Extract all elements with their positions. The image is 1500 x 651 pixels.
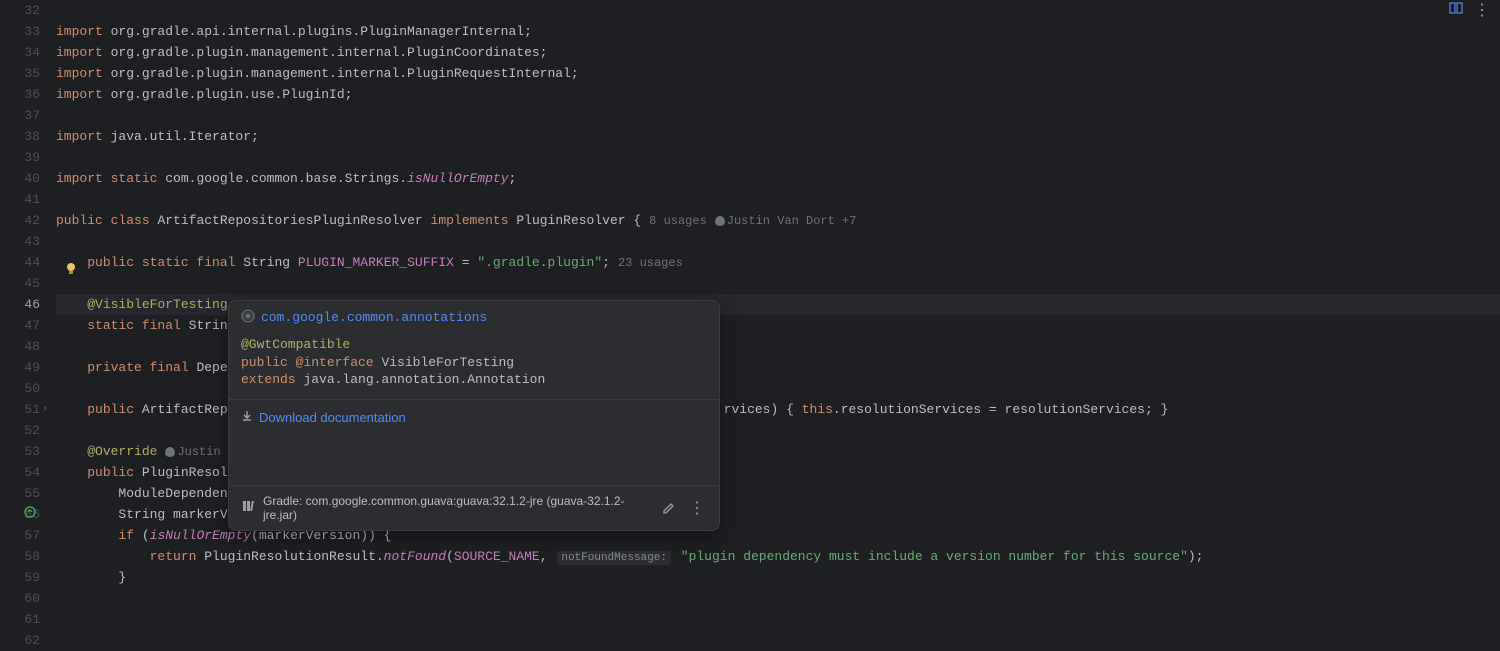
library-icon [241, 499, 255, 516]
code-line [56, 273, 1500, 294]
line-number: 58 [0, 546, 40, 567]
line-number: 34 [0, 42, 40, 63]
line-number: 44 [0, 252, 40, 273]
line-number: 42 [0, 210, 40, 231]
popup-download-row: Download documentation [229, 400, 719, 435]
line-number: 45 [0, 273, 40, 294]
line-number: 47 [0, 315, 40, 336]
line-number: 56 [0, 504, 40, 525]
line-number: 35 [0, 63, 40, 84]
line-number: 32 [0, 0, 40, 21]
download-documentation-link[interactable]: Download documentation [259, 410, 406, 425]
intention-bulb-icon[interactable] [64, 262, 78, 276]
code-line: import org.gradle.api.internal.plugins.P… [56, 21, 1500, 42]
line-number: 54 [0, 462, 40, 483]
line-number: 46 [0, 294, 40, 315]
author-icon [715, 216, 725, 226]
line-number: 43 [0, 231, 40, 252]
package-link[interactable]: com.google.common.annotations [261, 310, 487, 325]
code-line [56, 0, 1500, 21]
code-editor[interactable]: 32 33 34 35 36 37 38 39 40 41 42 43 44 4… [0, 0, 1500, 600]
author-hint[interactable]: Justin Van Dort +7 [715, 214, 857, 228]
package-icon [241, 309, 255, 326]
quick-doc-popup[interactable]: com.google.common.annotations @GwtCompat… [228, 300, 720, 531]
author-hint[interactable]: Justin V [165, 445, 235, 459]
code-line: import static com.google.common.base.Str… [56, 168, 1500, 189]
line-gutter: 32 33 34 35 36 37 38 39 40 41 42 43 44 4… [0, 0, 52, 600]
line-number: 33 [0, 21, 40, 42]
line-number: 39 [0, 147, 40, 168]
code-line: import java.util.Iterator; [56, 126, 1500, 147]
code-line: import org.gradle.plugin.management.inte… [56, 42, 1500, 63]
line-number: 57 [0, 525, 40, 546]
line-number: 48 [0, 336, 40, 357]
code-line [56, 189, 1500, 210]
line-number: 53 [0, 441, 40, 462]
code-line: public static final String PLUGIN_MARKER… [56, 252, 1500, 273]
line-number: 38 [0, 126, 40, 147]
popup-declaration: @GwtCompatible public @interface Visible… [229, 334, 719, 399]
code-line [56, 105, 1500, 126]
edit-icon[interactable] [659, 498, 679, 518]
source-library-label: Gradle: com.google.common.guava:guava:32… [263, 494, 651, 522]
code-line: } [56, 567, 1500, 588]
line-number: 49 [0, 357, 40, 378]
line-number: 41 [0, 189, 40, 210]
code-line: import org.gradle.plugin.use.PluginId; [56, 84, 1500, 105]
code-line: return PluginResolutionResult.notFound(S… [56, 546, 1500, 567]
code-line: public class ArtifactRepositoriesPluginR… [56, 210, 1500, 231]
line-number: 55 [0, 483, 40, 504]
code-line [56, 231, 1500, 252]
line-number: 36 [0, 84, 40, 105]
download-icon [241, 410, 253, 425]
code-line [56, 147, 1500, 168]
popup-footer: Gradle: com.google.common.guava:guava:32… [229, 485, 719, 530]
line-number: 37 [0, 105, 40, 126]
line-number: 62 [0, 630, 40, 651]
line-number: 52 [0, 420, 40, 441]
fold-marker-icon[interactable]: › [42, 399, 48, 420]
popup-package-row: com.google.common.annotations [229, 301, 719, 334]
line-number: 61 [0, 609, 40, 630]
line-number: 50 [0, 378, 40, 399]
code-line [56, 588, 1500, 609]
usages-hint[interactable]: 8 usages [649, 214, 707, 228]
more-icon[interactable]: ⋮ [687, 498, 707, 518]
author-icon [165, 447, 175, 457]
line-number: 40 [0, 168, 40, 189]
code-line: import org.gradle.plugin.management.inte… [56, 63, 1500, 84]
line-number: 59 [0, 567, 40, 588]
usages-hint[interactable]: 23 usages [618, 256, 683, 270]
popup-spacer [229, 435, 719, 485]
line-number: ›51 [0, 399, 40, 420]
override-marker-icon[interactable] [24, 504, 36, 525]
line-number: 60 [0, 588, 40, 609]
parameter-inlay: notFoundMessage: [557, 551, 671, 565]
